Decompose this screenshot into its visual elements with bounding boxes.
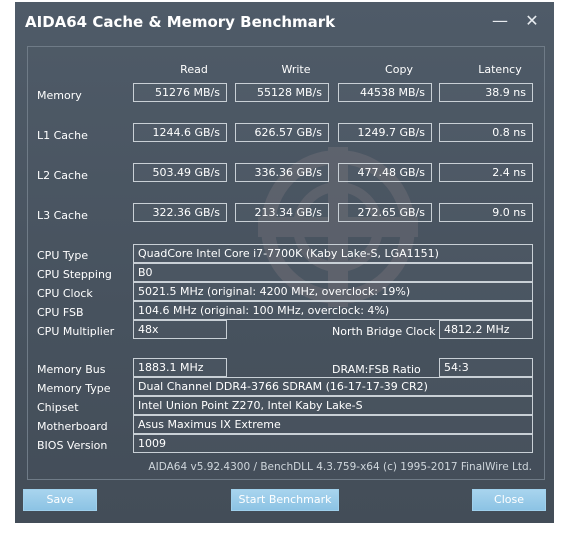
title-bar[interactable]: AIDA64 Cache & Memory Benchmark — ✕	[15, 2, 554, 44]
row-label-l2-cache: L2 Cache	[37, 169, 88, 182]
dram-fsb-ratio-label: DRAM:FSB Ratio	[332, 363, 421, 376]
l1-latency-value: 0.8 ns	[439, 123, 533, 142]
memory-bus-label: Memory Bus	[37, 363, 106, 376]
cpu-type-label: CPU Type	[37, 249, 89, 262]
memory-write-value: 55128 MB/s	[235, 83, 329, 102]
cpu-stepping-label: CPU Stepping	[37, 268, 112, 281]
north-bridge-clock-value: 4812.2 MHz	[439, 320, 533, 339]
version-footer: AIDA64 v5.92.4300 / BenchDLL 4.3.759-x64…	[148, 461, 532, 473]
cpu-type-value: QuadCore Intel Core i7-7700K (Kaby Lake-…	[133, 244, 533, 263]
start-benchmark-button[interactable]: Start Benchmark	[231, 489, 339, 511]
l3-latency-value: 9.0 ns	[439, 203, 533, 222]
l2-copy-value: 477.48 GB/s	[338, 163, 432, 182]
column-header-latency: Latency	[478, 63, 522, 76]
l2-latency-value: 2.4 ns	[439, 163, 533, 182]
motherboard-value: Asus Maximus IX Extreme	[133, 415, 533, 434]
chipset-value: Intel Union Point Z270, Intel Kaby Lake-…	[133, 396, 533, 415]
north-bridge-clock-label: North Bridge Clock	[332, 325, 436, 338]
save-button[interactable]: Save	[23, 489, 97, 511]
cpu-fsb-label: CPU FSB	[37, 306, 84, 319]
l3-write-value: 213.34 GB/s	[235, 203, 329, 222]
l2-write-value: 336.36 GB/s	[235, 163, 329, 182]
memory-type-value: Dual Channel DDR4-3766 SDRAM (16-17-17-3…	[133, 377, 533, 396]
bios-version-label: BIOS Version	[37, 439, 108, 452]
column-header-write: Write	[281, 63, 311, 76]
l2-read-value: 503.49 GB/s	[133, 163, 227, 182]
cpu-clock-value: 5021.5 MHz (original: 4200 MHz, overcloc…	[133, 282, 533, 301]
cpu-multiplier-label: CPU Multiplier	[37, 325, 115, 338]
dram-fsb-ratio-value: 54:3	[439, 358, 533, 377]
cpu-stepping-value: B0	[133, 263, 533, 282]
close-window-button[interactable]: ✕	[521, 10, 543, 32]
column-header-read: Read	[180, 63, 208, 76]
minimize-button[interactable]: —	[489, 10, 511, 32]
memory-type-label: Memory Type	[37, 382, 111, 395]
motherboard-label: Motherboard	[37, 420, 108, 433]
row-label-memory: Memory	[37, 89, 82, 102]
memory-latency-value: 38.9 ns	[439, 83, 533, 102]
chipset-label: Chipset	[37, 401, 79, 414]
cpu-clock-label: CPU Clock	[37, 287, 93, 300]
memory-bus-value: 1883.1 MHz	[133, 358, 227, 377]
cpu-multiplier-value: 48x	[133, 320, 227, 339]
benchmark-window: AIDA64 Cache & Memory Benchmark — ✕ Read…	[15, 2, 554, 523]
l1-read-value: 1244.6 GB/s	[133, 123, 227, 142]
row-label-l3-cache: L3 Cache	[37, 209, 88, 222]
window-title: AIDA64 Cache & Memory Benchmark	[25, 13, 336, 31]
memory-copy-value: 44538 MB/s	[338, 83, 432, 102]
l1-write-value: 626.57 GB/s	[235, 123, 329, 142]
cpu-fsb-value: 104.6 MHz (original: 100 MHz, overclock:…	[133, 301, 533, 320]
close-button[interactable]: Close	[472, 489, 546, 511]
results-panel: Read Write Copy Latency Memory 51276 MB/…	[27, 46, 545, 480]
bios-version-value: 1009	[133, 434, 533, 453]
l1-copy-value: 1249.7 GB/s	[338, 123, 432, 142]
memory-read-value: 51276 MB/s	[133, 83, 227, 102]
column-header-copy: Copy	[385, 63, 413, 76]
l3-copy-value: 272.65 GB/s	[338, 203, 432, 222]
l3-read-value: 322.36 GB/s	[133, 203, 227, 222]
row-label-l1-cache: L1 Cache	[37, 129, 88, 142]
